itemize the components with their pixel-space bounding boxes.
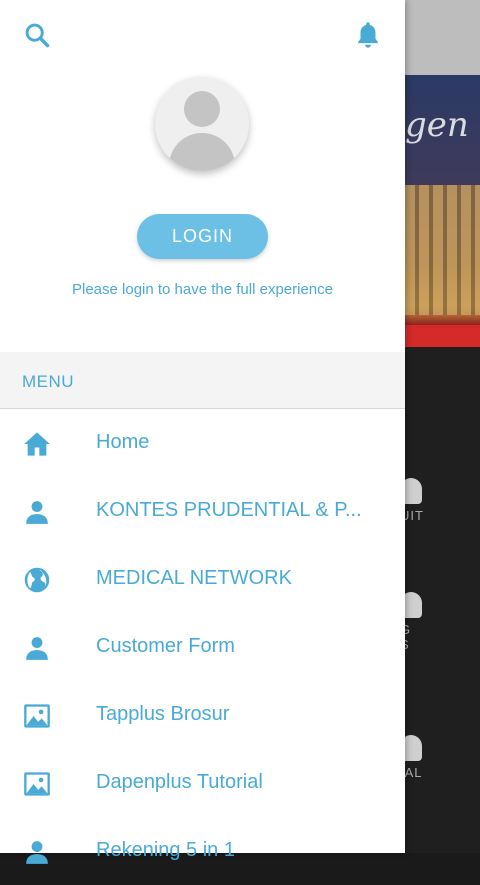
background-tile-1[interactable]: UIT: [400, 478, 480, 523]
menu-title: MENU: [22, 372, 75, 391]
search-button[interactable]: [17, 15, 57, 55]
person-icon: [22, 497, 52, 527]
background-banner-text: gen: [405, 105, 469, 145]
notifications-button[interactable]: [348, 15, 388, 55]
background-banner-image[interactable]: gen: [405, 75, 480, 347]
menu-item-home[interactable]: Home: [0, 409, 405, 477]
menu-section-header: MENU: [0, 352, 405, 409]
bell-icon: [358, 22, 378, 48]
menu-item-label: KONTES PRUDENTIAL & P...: [96, 499, 362, 521]
login-button[interactable]: LOGIN: [137, 214, 268, 259]
menu-item-dapenplus-tutorial[interactable]: Dapenplus Tutorial: [0, 749, 405, 817]
person-icon: [22, 837, 52, 867]
avatar-body: [169, 133, 235, 171]
navigation-drawer: LOGIN Please login to have the full expe…: [0, 0, 405, 864]
globe-icon: [22, 565, 52, 595]
menu-item-medical-network[interactable]: MEDICAL NETWORK: [0, 545, 405, 613]
menu-item-tapplus-brosur[interactable]: Tapplus Brosur: [0, 681, 405, 749]
login-hint-text: Please login to have the full experience: [71, 281, 333, 298]
menu-item-label: Home: [96, 431, 150, 453]
menu-item-label: Rekening 5 in 1: [96, 839, 235, 861]
menu-item-label: Dapenplus Tutorial: [96, 771, 263, 793]
menu-item-customer-form[interactable]: Customer Form: [0, 613, 405, 681]
menu-item-label: Customer Form: [96, 635, 235, 657]
image-icon: [22, 701, 52, 731]
background-building-image: [405, 185, 480, 315]
background-tile-2[interactable]: G S: [400, 592, 480, 652]
image-icon: [22, 769, 52, 799]
background-tile-3[interactable]: IAL: [400, 735, 480, 780]
menu-item-rekening-5-in-1[interactable]: Rekening 5 in 1: [0, 817, 405, 885]
menu-item-label: MEDICAL NETWORK: [96, 567, 292, 589]
menu-item-label: Tapplus Brosur: [96, 703, 230, 725]
menu-list: Home KONTES PRUDENTIAL & P... MEDICAL NE…: [0, 409, 405, 885]
home-icon: [22, 429, 52, 459]
search-icon: [25, 23, 50, 48]
person-icon: [22, 633, 52, 663]
background-toolbar: [405, 0, 480, 75]
avatar-head: [184, 91, 220, 127]
menu-item-kontes-prudential[interactable]: KONTES PRUDENTIAL & P...: [0, 477, 405, 545]
avatar[interactable]: [155, 77, 249, 171]
background-red-strip: [405, 325, 480, 347]
